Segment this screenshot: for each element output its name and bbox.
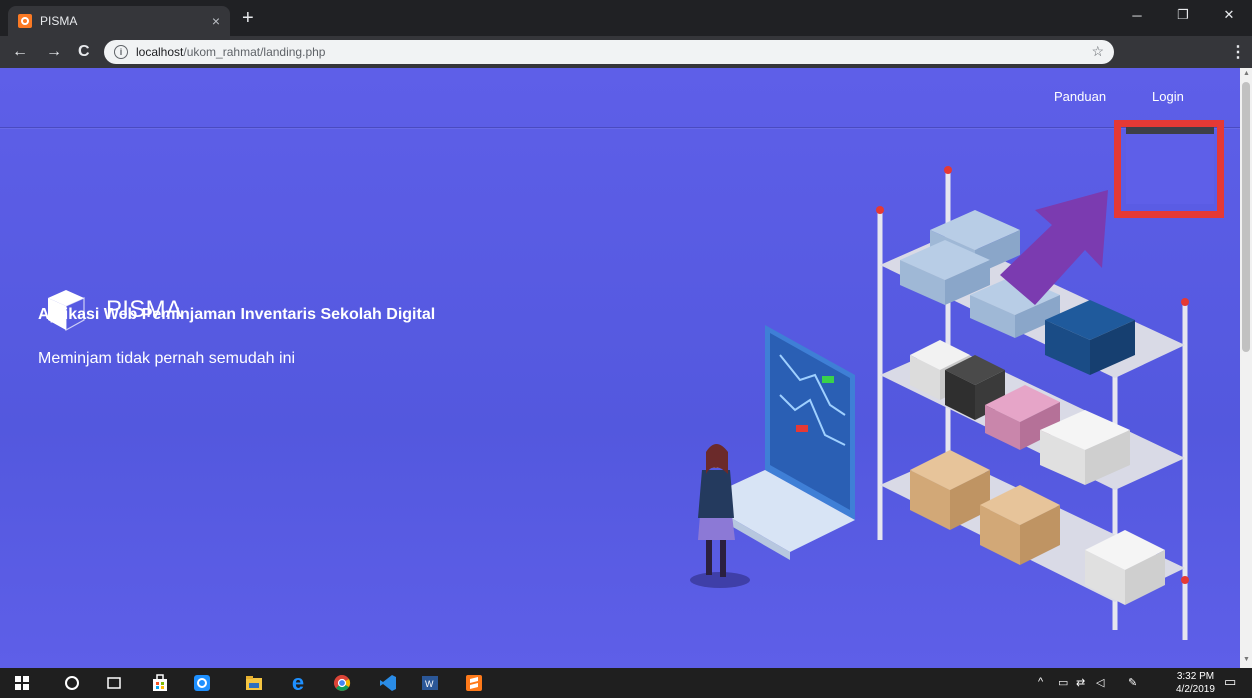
volume-icon[interactable]: ◁ — [1096, 676, 1104, 689]
sublime-text-icon[interactable] — [464, 673, 484, 693]
page-scrollbar[interactable]: ▲ ▼ — [1240, 68, 1252, 668]
hero-subtitle: Meminjam tidak pernah semudah ini — [38, 350, 296, 367]
cortana-search-icon[interactable] — [62, 673, 82, 693]
scroll-up-icon[interactable]: ▲ — [1243, 70, 1250, 77]
minimize-icon[interactable]: ─ — [1114, 0, 1160, 30]
bookmark-star-icon[interactable]: ☆ — [1091, 43, 1104, 60]
windows-taskbar: e W ^ ▭ ⇄ ◁ ✎ 3:32 PM 4/2/2019 ▭ — [0, 668, 1252, 698]
tab-title: PISMA — [40, 14, 78, 28]
address-bar[interactable]: i localhost/ukom_rahmat/landing.php ☆ — [104, 40, 1114, 64]
landing-page: Panduan PISMA Aplikasi Web Peminjaman In… — [0, 68, 1240, 668]
chrome-icon[interactable] — [332, 673, 352, 693]
clock-time: 3:32 PM — [1176, 671, 1215, 682]
close-window-icon[interactable]: ✕ — [1206, 0, 1252, 30]
nav-panduan-link[interactable]: Panduan — [1054, 89, 1106, 104]
url-host: localhost — [136, 45, 184, 59]
file-explorer-icon[interactable] — [244, 673, 264, 693]
pen-icon[interactable]: ✎ — [1128, 676, 1137, 689]
network-icon[interactable]: ⇄ — [1076, 676, 1085, 689]
scroll-down-icon[interactable]: ▼ — [1243, 656, 1250, 663]
clock-date: 4/2/2019 — [1176, 684, 1215, 695]
browser-tab-bar: PISMA × + ─ ❐ ✕ — [0, 0, 1252, 36]
reload-icon[interactable]: C — [78, 42, 90, 62]
nav-login-link[interactable]: Login — [1152, 89, 1184, 104]
url-path: /ukom_rahmat/landing.php — [183, 45, 326, 59]
browser-menu-icon[interactable]: ⋮ — [1230, 42, 1246, 62]
new-tab-icon[interactable]: + — [242, 8, 254, 28]
store-icon[interactable] — [150, 673, 170, 693]
xampp-favicon-icon — [18, 14, 32, 28]
svg-text:W: W — [425, 679, 434, 689]
browser-tab[interactable]: PISMA × — [8, 6, 230, 36]
word-icon[interactable]: W — [420, 673, 440, 693]
settings-app-icon[interactable] — [192, 673, 212, 693]
edge-browser-icon[interactable]: e — [288, 670, 308, 695]
forward-icon[interactable]: → — [46, 42, 62, 62]
tray-chevron-icon[interactable]: ^ — [1038, 676, 1043, 688]
taskbar-clock[interactable]: 3:32 PM 4/2/2019 — [1176, 670, 1215, 696]
login-nav-container — [1126, 124, 1214, 204]
vscode-icon[interactable] — [378, 673, 398, 693]
site-info-icon[interactable]: i — [114, 45, 128, 59]
scrollbar-thumb[interactable] — [1242, 82, 1250, 352]
inventory-illustration — [690, 166, 1189, 640]
back-icon[interactable]: ← — [12, 42, 28, 62]
restore-icon[interactable]: ❐ — [1160, 0, 1206, 30]
task-view-icon[interactable] — [104, 673, 124, 693]
action-center-icon[interactable]: ▭ — [1224, 674, 1236, 690]
windows-start-icon[interactable] — [12, 673, 32, 693]
close-tab-icon[interactable]: × — [212, 13, 220, 29]
hero-tagline: Aplikasi Web Peminjaman Inventaris Sekol… — [38, 306, 436, 323]
battery-icon[interactable]: ▭ — [1058, 676, 1068, 689]
